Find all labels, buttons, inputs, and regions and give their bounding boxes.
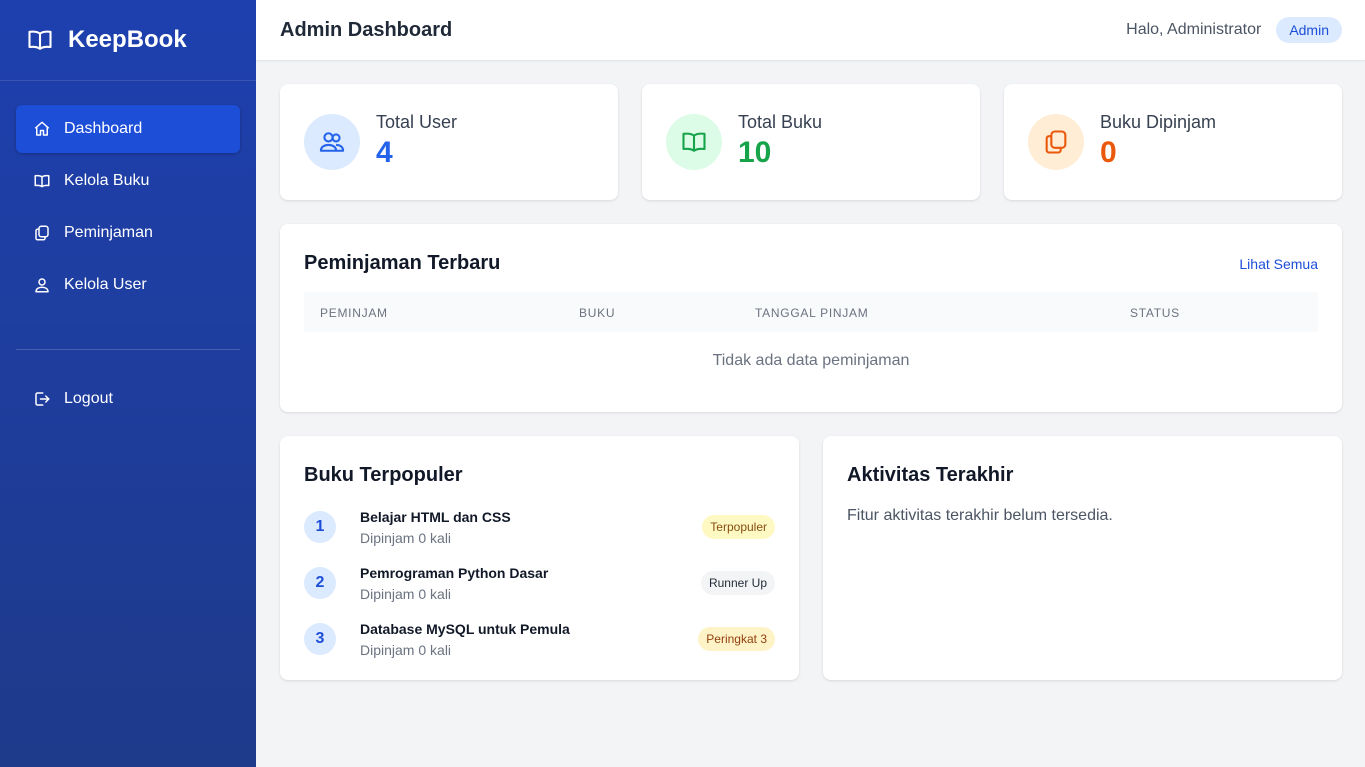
recent-loans-header: Peminjaman Terbaru Lihat Semua (304, 252, 1318, 275)
book-open-icon (34, 174, 50, 188)
stat-body: Total Buku 10 (738, 112, 822, 168)
book-open-icon (28, 30, 52, 50)
stat-card-buku-dipinjam: Buku Dipinjam 0 (1004, 84, 1342, 200)
recent-activity-card: Aktivitas Terakhir Fitur aktivitas terak… (823, 436, 1342, 680)
stat-body: Total User 4 (376, 112, 457, 168)
stat-label: Buku Dipinjam (1100, 112, 1217, 132)
borrow-count: Dipinjam 0 kali (360, 529, 452, 546)
stat-value: 0 (1100, 136, 1117, 169)
users-icon (35, 278, 49, 293)
list-item[interactable]: 1 Belajar HTML dan CSS Dipinjam 0 kali T… (304, 499, 775, 555)
popular-book-text: Database MySQL untuk Pemula Dipinjam 0 k… (360, 621, 698, 658)
recent-activity-title: Aktivitas Terakhir (847, 464, 1014, 486)
popular-books-card: Buku Terpopuler 1 Belajar HTML dan CSS D… (280, 436, 799, 680)
logout-icon (35, 392, 50, 406)
sidebar-item-kelola-buku[interactable]: Kelola Buku (16, 157, 240, 205)
sidebar-divider (16, 349, 240, 350)
sidebar-footer: Logout (0, 375, 256, 423)
sidebar-nav: Dashboard Kelola Buku Peminjaman Kelola … (0, 81, 256, 309)
brand-name: KeepBook (68, 26, 187, 53)
book-open-icon (682, 132, 706, 152)
topbar: Admin Dashboard Halo, Administrator Admi… (256, 0, 1365, 61)
sidebar-item-label: Kelola Buku (64, 172, 150, 189)
stat-body: Buku Dipinjam 0 (1100, 112, 1216, 168)
role-badge: Admin (1276, 17, 1342, 43)
rank-badge: 3 (304, 623, 336, 655)
status-badge: Runner Up (700, 571, 775, 595)
users-icon (319, 132, 345, 152)
sidebar-item-peminjaman[interactable]: Peminjaman (16, 209, 240, 257)
book-title: Pemrograman Python Dasar (360, 564, 549, 581)
column-header-status: STATUS (1130, 306, 1180, 320)
copy-icon (1045, 130, 1067, 154)
borrow-count: Dipinjam 0 kali (360, 641, 452, 658)
user-greeting: Halo, Administrator (1126, 21, 1262, 38)
sidebar-item-kelola-user[interactable]: Kelola User (16, 261, 240, 309)
status-badge: Peringkat 3 (698, 627, 775, 651)
popular-books-list: 1 Belajar HTML dan CSS Dipinjam 0 kali T… (304, 499, 775, 667)
sidebar-item-label: Kelola User (64, 276, 147, 293)
logout-label: Logout (64, 390, 113, 407)
list-item[interactable]: 3 Database MySQL untuk Pemula Dipinjam 0… (304, 611, 775, 667)
stat-icon-container (1028, 114, 1084, 170)
column-header-tanggal-pinjam: TANGGAL PINJAM (755, 306, 869, 320)
stat-label: Total User (376, 112, 458, 132)
borrow-count: Dipinjam 0 kali (360, 585, 452, 602)
recent-loans-title: Peminjaman Terbaru (304, 252, 501, 274)
book-title: Belajar HTML dan CSS (360, 508, 511, 525)
rank-badge: 2 (304, 567, 336, 599)
copy-icon (35, 225, 49, 241)
list-item[interactable]: 2 Pemrograman Python Dasar Dipinjam 0 ka… (304, 555, 775, 611)
stat-card-total-buku: Total Buku 10 (642, 84, 980, 200)
brand[interactable]: KeepBook (0, 0, 256, 81)
sidebar: KeepBook Dashboard Kelola Buku Peminjama… (0, 0, 256, 767)
status-badge: Terpopuler (702, 515, 775, 539)
stat-card-total-user: Total User 4 (280, 84, 618, 200)
stat-value: 10 (738, 136, 772, 169)
column-header-buku: BUKU (579, 306, 616, 320)
page-title: Admin Dashboard (280, 18, 453, 41)
popular-books-title: Buku Terpopuler (304, 464, 463, 486)
recent-loans-card: Peminjaman Terbaru Lihat Semua PEMINJAM … (280, 224, 1342, 412)
popular-book-text: Belajar HTML dan CSS Dipinjam 0 kali (360, 509, 702, 546)
logout-button[interactable]: Logout (16, 375, 240, 423)
sidebar-item-label: Peminjaman (64, 224, 153, 241)
sidebar-item-label: Dashboard (64, 120, 143, 137)
stat-icon-container (666, 114, 722, 170)
stat-value: 4 (376, 136, 393, 169)
recent-activity-message: Fitur aktivitas terakhir belum tersedia. (847, 507, 1113, 524)
stat-label: Total Buku (738, 112, 823, 132)
popular-book-text: Pemrograman Python Dasar Dipinjam 0 kali (360, 565, 701, 602)
sidebar-item-dashboard[interactable]: Dashboard (16, 105, 240, 153)
home-icon (34, 121, 50, 136)
stat-icon-container (304, 114, 360, 170)
view-all-link[interactable]: Lihat Semua (1239, 256, 1318, 272)
column-header-peminjam: PEMINJAM (320, 306, 388, 320)
book-title: Database MySQL untuk Pemula (360, 620, 570, 637)
loans-empty-message: Tidak ada data peminjaman (712, 352, 910, 369)
rank-badge: 1 (304, 511, 336, 543)
loans-table-header: PEMINJAM BUKU TANGGAL PINJAM STATUS (304, 292, 1318, 332)
